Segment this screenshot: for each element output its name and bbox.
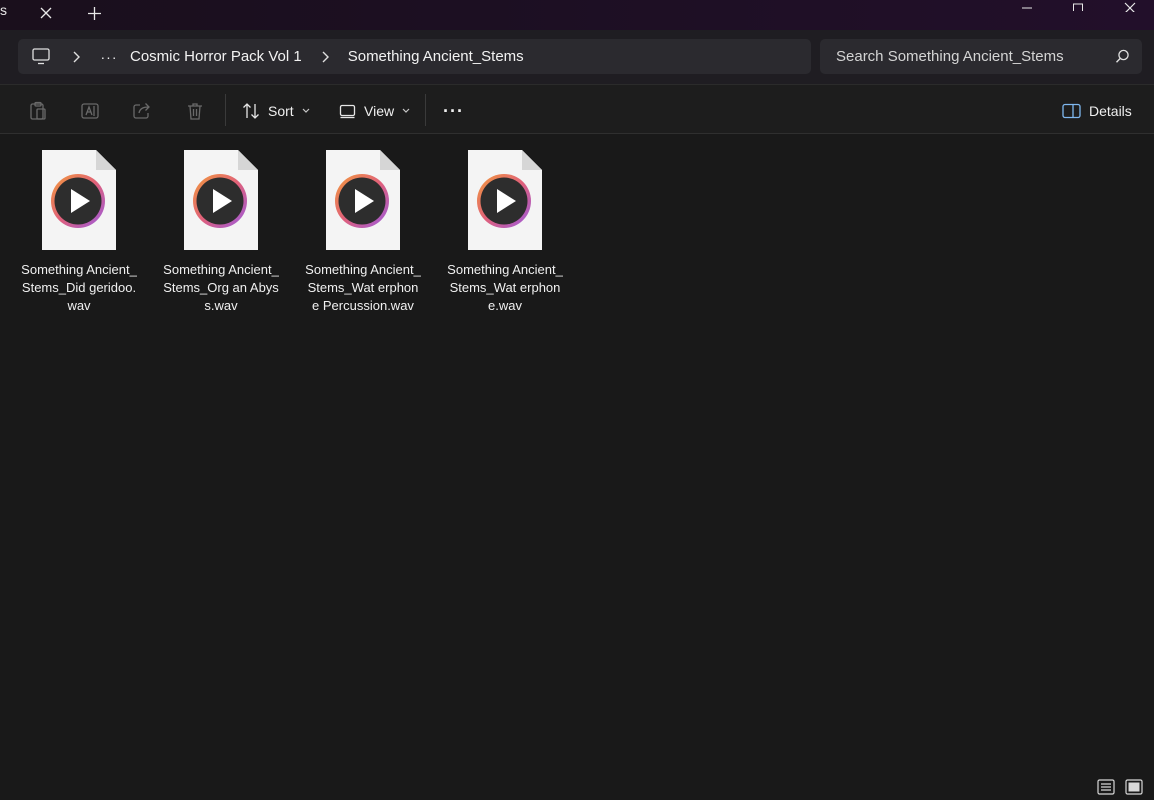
see-more-button[interactable]: ··· — [443, 97, 464, 125]
breadcrumb-label: Cosmic Horror Pack Vol 1 — [130, 48, 302, 65]
share-button[interactable] — [131, 100, 153, 122]
close-icon — [40, 7, 52, 19]
view-button[interactable]: View — [339, 97, 410, 125]
tiles-view-icon — [1125, 779, 1143, 795]
large-icons-view-toggle[interactable] — [1124, 778, 1144, 796]
audio-file-icon — [468, 150, 542, 250]
search-box[interactable] — [820, 39, 1142, 74]
trash-icon — [188, 103, 202, 120]
file-item[interactable]: Something Ancient_Stems_Wat erphone Perc… — [303, 149, 423, 315]
breadcrumb[interactable]: ··· Cosmic Horror Pack Vol 1 Something A… — [18, 39, 811, 74]
list-view-icon — [1097, 779, 1115, 795]
chevron-down-icon — [302, 108, 310, 113]
file-item[interactable]: Something Ancient_Stems_Wat erphone.wav — [445, 149, 565, 315]
rename-button[interactable] — [79, 100, 101, 122]
window-close-button[interactable] — [1107, 0, 1153, 16]
minimize-icon — [1022, 7, 1032, 9]
tab-title[interactable]: s — [0, 2, 7, 18]
audio-file-icon — [326, 150, 400, 250]
file-name: Something Ancient_Stems_Org an Abyss.wav — [163, 262, 279, 313]
breadcrumb-overflow-button[interactable]: ··· — [88, 39, 130, 74]
command-bar: Sort View ··· Details — [0, 84, 1154, 134]
search-input[interactable] — [836, 48, 1106, 65]
chevron-right-icon[interactable] — [302, 51, 348, 63]
sort-button[interactable]: Sort — [242, 97, 310, 125]
chevron-right-icon[interactable] — [64, 51, 88, 63]
view-icon — [339, 104, 356, 118]
file-name: Something Ancient_Stems_Wat erphone Perc… — [305, 262, 421, 313]
title-bar: s — [0, 0, 1154, 30]
toolbar-divider — [425, 94, 426, 126]
rename-icon — [81, 103, 99, 119]
details-pane-icon — [1062, 103, 1081, 119]
sort-label: Sort — [268, 103, 294, 119]
plus-icon — [87, 6, 101, 20]
paste-button[interactable] — [27, 100, 49, 122]
details-view-toggle[interactable] — [1096, 778, 1116, 796]
search-icon[interactable] — [1115, 49, 1130, 64]
audio-file-icon — [184, 150, 258, 250]
details-label: Details — [1089, 103, 1132, 119]
this-pc-button[interactable] — [18, 39, 64, 74]
new-tab-button[interactable] — [82, 2, 106, 24]
file-name: Something Ancient_Stems_Did geridoo.wav — [21, 262, 137, 313]
breadcrumb-label: Something Ancient_Stems — [347, 48, 524, 65]
file-name: Something Ancient_Stems_Wat erphone.wav — [447, 262, 563, 313]
breadcrumb-item-something-ancient-stems[interactable]: Something Ancient_Stems — [348, 39, 524, 74]
delete-button[interactable] — [184, 100, 206, 122]
audio-file-icon — [42, 150, 116, 250]
file-item[interactable]: Something Ancient_Stems_Org an Abyss.wav — [161, 149, 281, 315]
minimize-button[interactable] — [1004, 0, 1050, 16]
address-bar-row: ··· Cosmic Horror Pack Vol 1 Something A… — [0, 30, 1154, 84]
close-icon — [1124, 2, 1135, 12]
chevron-down-icon — [402, 108, 410, 113]
maximize-button[interactable] — [1055, 0, 1101, 16]
maximize-icon — [1073, 3, 1083, 11]
more-icon: ··· — [100, 48, 118, 65]
view-label: View — [364, 103, 395, 119]
toolbar-divider — [225, 94, 226, 126]
paste-icon — [30, 101, 46, 120]
details-pane-button[interactable]: Details — [1062, 97, 1132, 125]
file-item[interactable]: Something Ancient_Stems_Did geridoo.wav — [19, 149, 139, 315]
more-icon: ··· — [443, 100, 464, 121]
sort-icon — [243, 103, 259, 119]
breadcrumb-item-cosmic-horror-pack[interactable]: Cosmic Horror Pack Vol 1 — [130, 39, 302, 74]
share-icon — [133, 103, 150, 119]
tab-close-button[interactable] — [34, 2, 58, 24]
monitor-icon — [32, 48, 50, 65]
file-list: Something Ancient_Stems_Did geridoo.wav … — [0, 135, 1154, 765]
